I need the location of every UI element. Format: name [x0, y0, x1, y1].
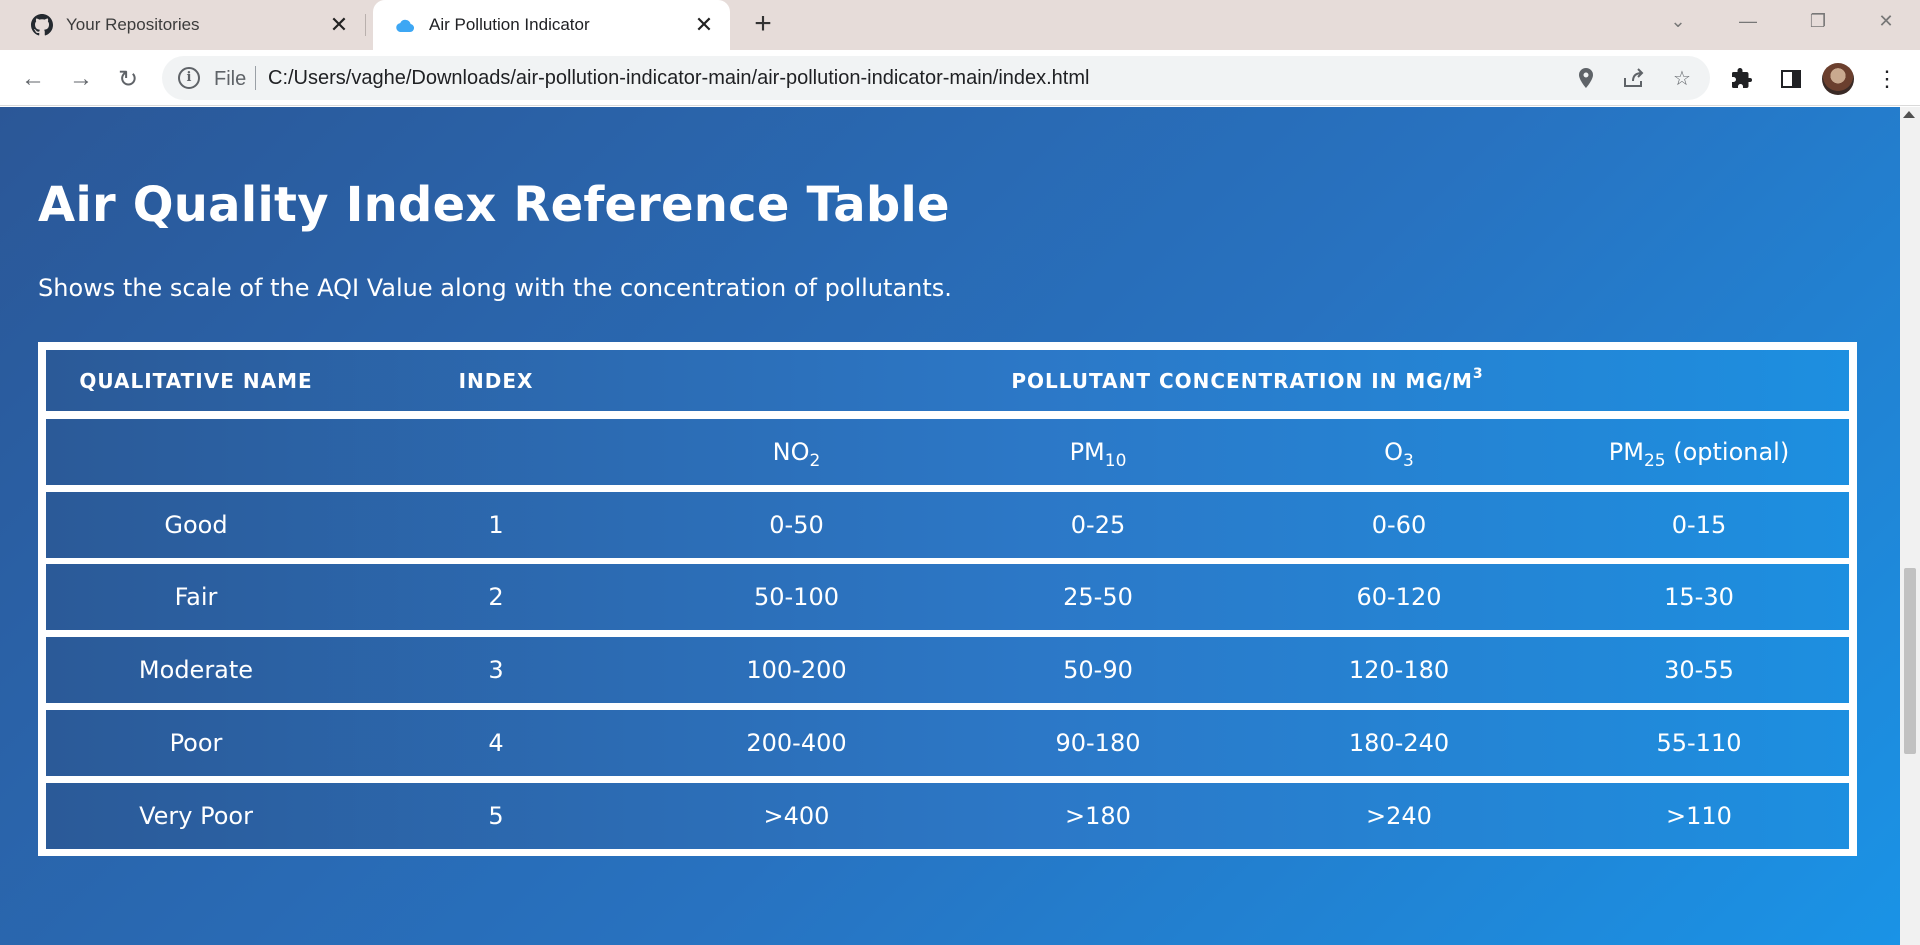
table-header-row: QUALITATIVE NAME INDEX POLLUTANT CONCENT… — [46, 350, 1849, 411]
pm25-cell: 15-30 — [1664, 583, 1734, 611]
minimize-button[interactable]: — — [1720, 6, 1776, 36]
pollutant-base: PM — [1069, 438, 1105, 466]
pollutant-subscript: 2 — [809, 451, 821, 471]
pm10-cell: 50-90 — [1063, 656, 1133, 684]
reload-button[interactable]: ↻ — [113, 64, 143, 94]
no2-cell: >400 — [763, 802, 830, 830]
column-header-qualitative-name: QUALITATIVE NAME — [79, 368, 313, 393]
pollutant-pm10-header: PM10 — [947, 438, 1249, 471]
unit-superscript: 3 — [1472, 365, 1484, 382]
pollutant-no2-header: NO2 — [646, 438, 947, 471]
close-tab-icon[interactable]: ✕ — [327, 12, 351, 37]
pollutant-base: PM — [1608, 438, 1644, 466]
column-header-pollutant-concentration: POLLUTANT CONCENTRATION IN ΜG/M3 — [646, 365, 1849, 393]
pollutant-concentration-label: POLLUTANT CONCENTRATION IN ΜG/M — [1011, 368, 1473, 393]
no2-cell: 0-50 — [769, 511, 824, 539]
qualitative-name-cell: Good — [164, 511, 228, 539]
scroll-up-arrow-icon[interactable] — [1903, 111, 1915, 118]
o3-cell: 180-240 — [1348, 729, 1450, 757]
o3-cell: >240 — [1366, 802, 1432, 830]
pollutant-suffix: (optional) — [1665, 438, 1790, 466]
cloud-icon — [393, 13, 417, 37]
scroll-thumb[interactable] — [1904, 568, 1916, 754]
pm25-cell: 30-55 — [1664, 656, 1734, 684]
qualitative-name-cell: Moderate — [138, 656, 254, 684]
qualitative-name-cell: Very Poor — [139, 802, 253, 830]
pm25-cell: >110 — [1666, 802, 1732, 830]
address-bar[interactable]: i File C:/Users/vaghe/Downloads/air-poll… — [162, 56, 1710, 100]
page-title: Air Quality Index Reference Table — [38, 177, 950, 233]
no2-cell: 100-200 — [746, 656, 847, 684]
tab-air-pollution-indicator[interactable]: Air Pollution Indicator ✕ — [373, 0, 730, 50]
aqi-reference-table: QUALITATIVE NAME INDEX POLLUTANT CONCENT… — [38, 342, 1857, 856]
table-row: Good 1 0-50 0-25 0-60 0-15 — [46, 492, 1849, 558]
pollutant-subscript: 10 — [1104, 451, 1127, 471]
tab-title: Your Repositories — [66, 15, 200, 34]
bookmark-star-icon[interactable]: ☆ — [1670, 66, 1694, 90]
o3-cell: 120-180 — [1348, 656, 1450, 684]
url-text[interactable]: C:/Users/vaghe/Downloads/air-pollution-i… — [268, 67, 1089, 90]
o3-cell: 0-60 — [1371, 511, 1427, 539]
github-icon — [30, 13, 54, 37]
table-row: Poor 4 200-400 90-180 180-240 55-110 — [46, 710, 1849, 776]
pm10-cell: >180 — [1065, 802, 1131, 830]
table-row: Very Poor 5 >400 >180 >240 >110 — [46, 783, 1849, 849]
no2-cell: 50-100 — [753, 583, 839, 611]
pollutant-o3-header: O3 — [1249, 438, 1549, 471]
restore-button[interactable]: ❐ — [1790, 6, 1846, 36]
index-cell: 2 — [488, 583, 504, 611]
index-cell: 4 — [488, 729, 504, 757]
pm10-cell: 0-25 — [1070, 511, 1126, 539]
tab-strip: Your Repositories ✕ Air Pollution Indica… — [0, 0, 1920, 50]
location-pin-icon[interactable] — [1574, 66, 1598, 90]
index-cell: 3 — [488, 656, 504, 684]
page-viewport: Air Quality Index Reference Table Shows … — [0, 107, 1900, 945]
pollutant-subscript: 3 — [1403, 451, 1414, 471]
pm25-cell: 55-110 — [1656, 729, 1742, 757]
pollutant-subscript: 25 — [1643, 451, 1666, 471]
pollutant-base: O — [1384, 438, 1404, 466]
side-panel-icon[interactable] — [1776, 64, 1806, 94]
page-subtitle: Shows the scale of the AQI Value along w… — [38, 274, 952, 302]
qualitative-name-cell: Poor — [169, 729, 223, 757]
pm10-cell: 25-50 — [1063, 583, 1133, 611]
index-cell: 1 — [488, 511, 504, 539]
new-tab-button[interactable]: + — [747, 9, 779, 41]
share-icon[interactable] — [1622, 66, 1646, 90]
column-header-index: INDEX — [458, 368, 534, 393]
page-scrollbar[interactable] — [1900, 107, 1920, 945]
pm25-cell: 0-15 — [1671, 511, 1727, 539]
table-row: Fair 2 50-100 25-50 60-120 15-30 — [46, 564, 1849, 630]
close-tab-icon[interactable]: ✕ — [692, 12, 716, 37]
close-window-button[interactable]: ✕ — [1858, 6, 1914, 36]
info-icon[interactable]: i — [178, 67, 200, 89]
browser-toolbar: ← → ↻ i File C:/Users/vaghe/Downloads/ai… — [0, 50, 1920, 106]
tab-search-icon[interactable]: ⌄ — [1650, 6, 1706, 36]
profile-avatar[interactable] — [1822, 63, 1854, 95]
o3-cell: 60-120 — [1356, 583, 1442, 611]
pollutant-base: NO — [772, 438, 810, 466]
tab-your-repositories[interactable]: Your Repositories ✕ — [0, 0, 365, 50]
no2-cell: 200-400 — [746, 729, 847, 757]
tab-divider — [365, 14, 366, 36]
back-button[interactable]: ← — [18, 64, 48, 94]
address-divider — [255, 66, 256, 90]
extensions-icon[interactable] — [1728, 64, 1758, 94]
tab-title: Air Pollution Indicator — [429, 15, 590, 34]
pollutant-pm25-header: PM25 (optional) — [1549, 438, 1849, 471]
menu-kebab-icon[interactable]: ⋮ — [1872, 64, 1902, 94]
pm10-cell: 90-180 — [1055, 729, 1141, 757]
index-cell: 5 — [488, 802, 504, 830]
table-row: Moderate 3 100-200 50-90 120-180 30-55 — [46, 637, 1849, 703]
qualitative-name-cell: Fair — [174, 583, 218, 611]
address-scheme-label: File — [214, 68, 247, 90]
pollutant-header-row: NO2 PM10 O3 PM25 (optional) — [46, 419, 1849, 485]
forward-button[interactable]: → — [66, 64, 96, 94]
